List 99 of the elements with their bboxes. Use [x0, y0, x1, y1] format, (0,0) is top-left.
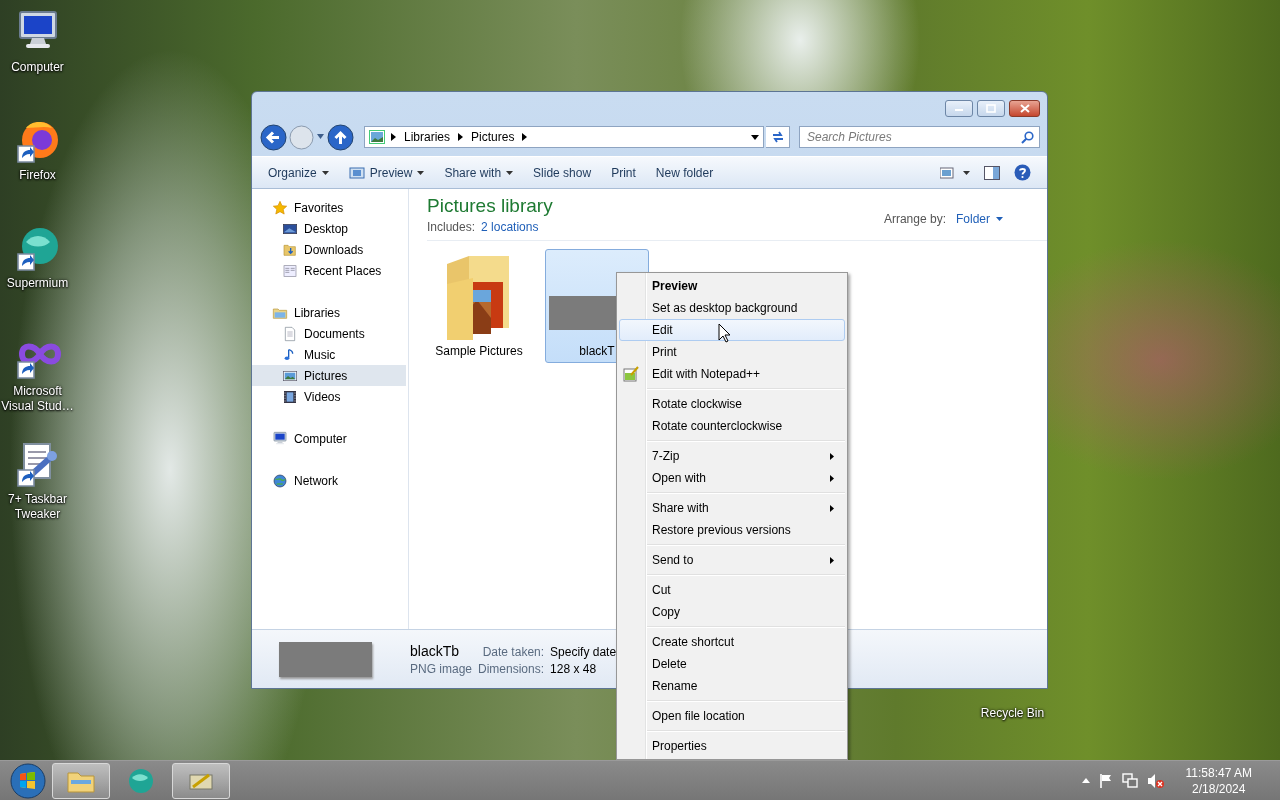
show-hidden-icons-button[interactable] [1081, 778, 1090, 783]
property-label: Dimensions: [478, 661, 545, 676]
up-button[interactable] [327, 123, 354, 151]
slideshow-icon [348, 165, 365, 180]
monitor-icon [272, 430, 288, 447]
search-icon [1021, 131, 1034, 144]
property-value[interactable]: Specify date [550, 644, 617, 659]
preview-pane-button[interactable] [984, 165, 1000, 180]
property-value[interactable]: 128 x 48 [550, 661, 597, 676]
toolbar-button[interactable]: Print [601, 161, 646, 184]
maximize-icon [985, 104, 997, 113]
star-icon [272, 199, 288, 216]
film-icon [282, 388, 298, 405]
sidebar-item[interactable]: Favorites [252, 197, 406, 218]
menu-item[interactable]: Open with [619, 467, 845, 489]
caret-icon [321, 170, 329, 175]
speaker-muted-icon[interactable] [1146, 772, 1165, 789]
menu-item[interactable]: Properties [619, 735, 845, 757]
toolbar-button[interactable]: Slide show [523, 161, 602, 184]
sidebar-item[interactable]: Network [252, 470, 406, 491]
maximize-button[interactable] [977, 100, 1005, 117]
sidebar-item[interactable]: Computer [252, 428, 406, 449]
caret-icon [996, 217, 1003, 221]
sidebar-item[interactable]: Pictures [252, 365, 406, 386]
close-icon [1018, 104, 1031, 113]
property-label: Date taken: [482, 644, 545, 659]
desktop-icon-label[interactable]: 7+ Taskbar Tweaker [0, 492, 75, 522]
menu-item[interactable]: Rotate counterclockwise [619, 415, 845, 437]
address-bar[interactable]: Libraries Pictures [364, 126, 764, 148]
minimize-button[interactable] [945, 100, 973, 117]
globe-icon [272, 472, 288, 489]
document-icon [282, 325, 298, 342]
submenu-arrow-icon [830, 452, 834, 460]
search-field[interactable]: Search Pictures [799, 126, 1040, 148]
back-button[interactable] [260, 123, 287, 151]
sidebar-item[interactable]: Music [252, 344, 406, 365]
recent-places-icon [282, 262, 298, 279]
sidebar-item[interactable]: Desktop [252, 218, 406, 239]
network-icon[interactable] [1121, 772, 1138, 789]
refresh-icon [770, 131, 785, 143]
notepad-icon [623, 366, 639, 382]
desktop-icon-label[interactable]: Computer [11, 60, 64, 75]
sidebar-item[interactable]: Recent Places [252, 260, 406, 281]
menu-item[interactable]: Open file location [619, 705, 845, 727]
chevron-icon [391, 133, 396, 141]
mouse-cursor-icon [718, 323, 731, 343]
menu-button[interactable]: Preview [338, 161, 435, 184]
caret-icon [506, 170, 514, 175]
chevron-icon [522, 133, 528, 141]
desktop-icon-label[interactable]: Recycle Bin [975, 706, 1050, 720]
caret-icon [417, 170, 425, 175]
help-button[interactable] [1014, 164, 1031, 181]
menu-item[interactable]: 7-Zip [619, 445, 845, 467]
menu-item[interactable]: Share with [619, 497, 845, 519]
taskbar-button[interactable] [172, 762, 230, 799]
menu-item[interactable]: Delete [619, 653, 845, 675]
clock[interactable]: 11:58:47 AM 2/18/2024 [1185, 764, 1252, 797]
breadcrumb[interactable]: Libraries [402, 130, 453, 144]
view-options-button[interactable] [940, 166, 970, 179]
menu-item[interactable]: Edit [619, 319, 845, 341]
includes-label: Includes: [427, 220, 476, 234]
file-name: blackTb [410, 642, 460, 659]
locations-link[interactable]: 2 locations [481, 220, 539, 234]
menu-item[interactable]: Rename [619, 675, 845, 697]
menu-button[interactable]: Share with [434, 161, 524, 184]
refresh-button[interactable] [766, 126, 790, 148]
menu-item[interactable]: Send to [619, 549, 845, 571]
file-type: PNG image [410, 661, 473, 676]
desktop-icon-label[interactable]: Microsoft Visual Stud… [0, 384, 75, 414]
dropdown-icon [751, 134, 759, 140]
sidebar-item[interactable]: Documents [252, 323, 406, 344]
menu-item[interactable]: Restore previous versions [619, 519, 845, 541]
menu-button[interactable]: Organize [258, 161, 339, 184]
menu-item[interactable]: Cut [619, 579, 845, 601]
desktop-icon-label[interactable]: Supermium [6, 276, 69, 291]
arrange-label: Arrange by: [883, 212, 946, 226]
menu-item[interactable]: Create shortcut [619, 631, 845, 653]
file-item[interactable]: Sample Pictures [427, 249, 531, 363]
library-title: Pictures library [427, 195, 553, 217]
sidebar-item[interactable]: Videos [252, 386, 406, 407]
sidebar-item[interactable]: Libraries [252, 302, 406, 323]
chevron-icon [458, 133, 464, 141]
submenu-arrow-icon [830, 474, 834, 482]
breadcrumb[interactable]: Pictures [469, 130, 517, 144]
menu-item[interactable]: Rotate clockwise [619, 393, 845, 415]
sidebar-item[interactable]: Downloads [252, 239, 406, 260]
submenu-arrow-icon [830, 504, 834, 512]
toolbar-button[interactable]: New folder [645, 161, 724, 184]
clock-time: 11:58:47 AM [1185, 764, 1252, 781]
arrange-dropdown[interactable]: Folder [956, 212, 1003, 226]
caret-icon [316, 134, 325, 140]
desktop-icon-label[interactable]: Firefox [19, 168, 56, 183]
submenu-arrow-icon [830, 556, 834, 564]
menu-item[interactable]: Copy [619, 601, 845, 623]
clock-date: 2/18/2024 [1192, 780, 1246, 797]
menu-item[interactable]: Edit with Notepad++ [619, 363, 845, 385]
flag-icon[interactable] [1098, 773, 1113, 788]
close-button[interactable] [1009, 100, 1040, 117]
picture-icon [369, 130, 385, 144]
